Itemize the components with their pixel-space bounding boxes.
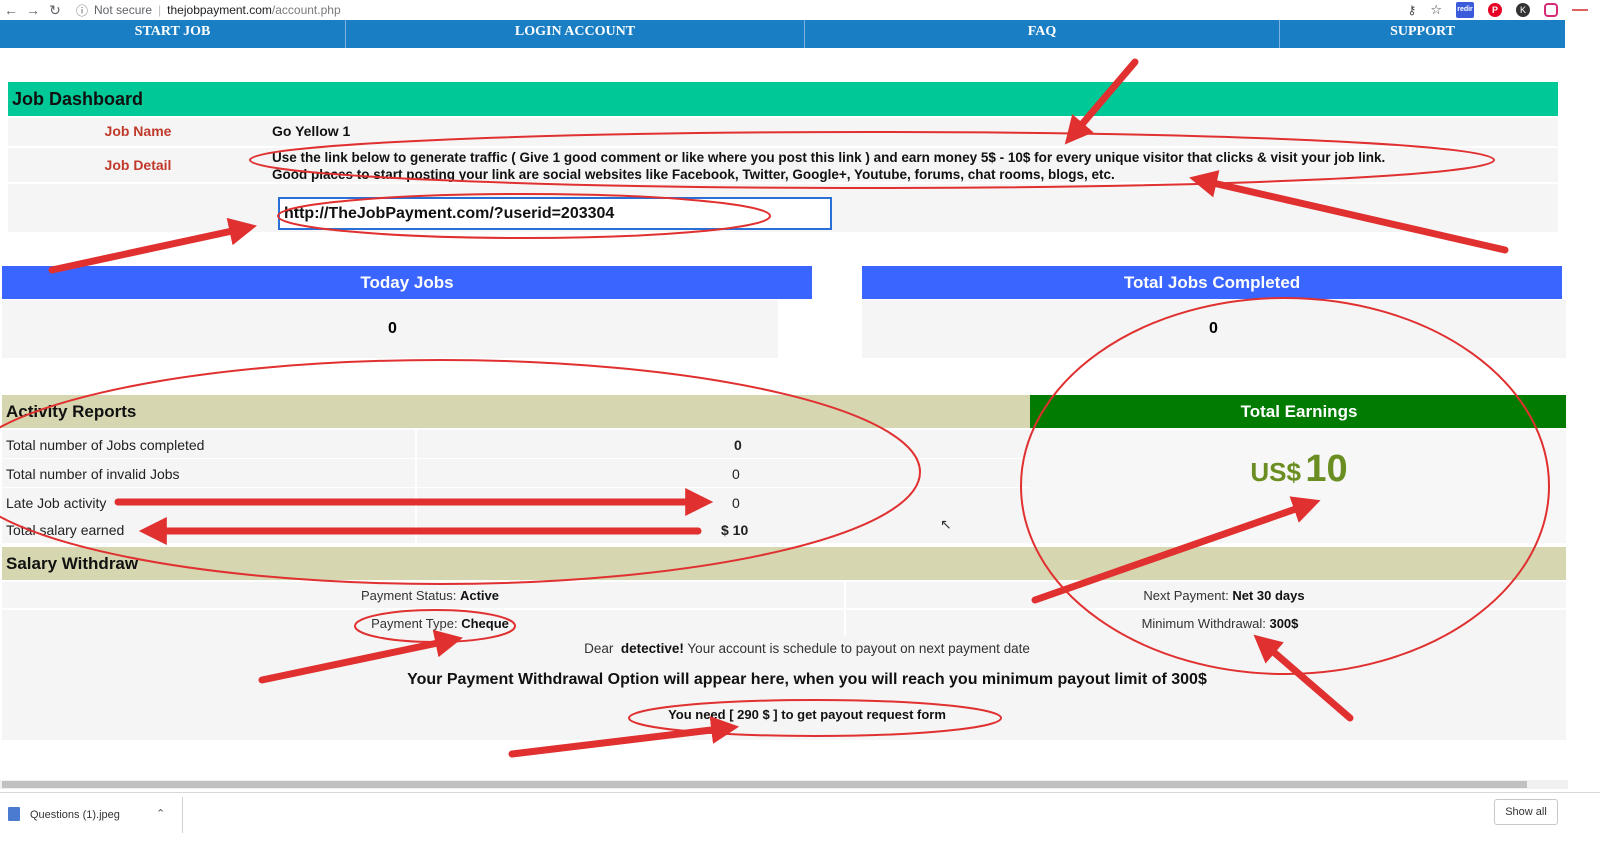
- greeting-prefix: Dear: [584, 641, 614, 656]
- activity-row: Late Job activity 0: [2, 488, 1030, 516]
- annotation-arrow: [48, 217, 257, 274]
- activity-row: Total number of invalid Jobs 0: [2, 459, 1030, 487]
- job-detail-line-1: Use the link below to generate traffic (…: [272, 150, 1386, 165]
- job-detail-label: Job Detail: [104, 157, 172, 173]
- minimum-withdrawal: Minimum Withdrawal: 300$: [860, 616, 1580, 631]
- withdraw-divider: [844, 582, 846, 608]
- payment-status-label: Payment Status:: [360, 588, 457, 603]
- payment-status: Payment Status: Active: [10, 588, 850, 603]
- total-earnings-box: US$ 10: [1030, 430, 1568, 543]
- nav-faq[interactable]: FAQ: [805, 20, 1280, 48]
- activity-value-invalid-jobs: 0: [732, 466, 740, 482]
- activity-reports-header: Activity Reports: [2, 395, 1030, 428]
- forward-icon[interactable]: →: [22, 2, 44, 18]
- next-payment-value: Net 30 days: [1232, 588, 1305, 603]
- activity-label-invalid-jobs: Total number of invalid Jobs: [6, 466, 180, 482]
- payment-type-value: Cheque: [461, 616, 509, 631]
- chevron-up-icon[interactable]: ⌃: [156, 807, 165, 820]
- minimum-withdrawal-value: 300$: [1269, 616, 1299, 631]
- today-jobs-box: 0: [2, 300, 778, 358]
- withdraw-divider: [844, 610, 846, 636]
- activity-divider: [415, 515, 417, 543]
- job-detail-row: Job Detail Use the link below to generat…: [8, 148, 1558, 182]
- activity-label-late-job: Late Job activity: [6, 495, 107, 511]
- today-jobs-header: Today Jobs: [2, 266, 812, 299]
- total-earnings-value: US$ 10: [1030, 448, 1568, 491]
- payment-type-label: Payment Type:: [371, 616, 458, 631]
- reload-icon[interactable]: ↻: [44, 2, 66, 19]
- amount-needed-message: You need [ 290 $ ] to get payout request…: [668, 707, 946, 722]
- address-bar[interactable]: thejobpayment.com/account.php: [167, 3, 340, 17]
- instagram-extension-icon[interactable]: [1544, 3, 1558, 17]
- back-icon[interactable]: ←: [0, 2, 22, 18]
- security-status: Not secure: [94, 3, 153, 17]
- info-icon[interactable]: ⓘ: [76, 2, 88, 19]
- toolbar-icons: ⚷ ☆ redir P K: [1408, 2, 1588, 18]
- activity-value-salary-earned: $ 10: [721, 522, 749, 538]
- url-host: thejobpayment.com: [167, 3, 272, 17]
- minimum-withdrawal-label: Minimum Withdrawal:: [1141, 616, 1266, 631]
- payment-status-value: Active: [459, 588, 500, 603]
- next-payment-label: Next Payment:: [1143, 588, 1229, 603]
- activity-value-late-job: 0: [732, 495, 740, 511]
- job-dashboard-header: Job Dashboard: [8, 82, 1558, 116]
- payout-greeting: Dear detective! Your account is schedule…: [2, 641, 1600, 656]
- menu-extension-icon[interactable]: [1572, 9, 1588, 11]
- download-file-name[interactable]: Questions (1).jpeg: [30, 809, 120, 821]
- activity-divider: [415, 459, 417, 487]
- payment-type: Payment Type: Cheque: [20, 616, 860, 631]
- salary-withdraw-header: Salary Withdraw: [2, 547, 1568, 580]
- total-jobs-completed-header: Total Jobs Completed: [862, 266, 1562, 299]
- download-bar: Questions (1).jpeg ⌃ Show all: [0, 792, 1600, 848]
- withdraw-row: Payment Status: Active Next Payment: Net…: [2, 582, 1568, 608]
- job-name-value: Go Yellow 1: [272, 123, 351, 139]
- earnings-amount: 10: [1305, 448, 1348, 490]
- withdraw-row: Payment Type: Cheque Minimum Withdrawal:…: [2, 610, 1568, 636]
- greeting-username: detective!: [620, 641, 684, 656]
- nav-start-job[interactable]: START JOB: [0, 20, 346, 48]
- next-payment: Next Payment: Net 30 days: [864, 588, 1584, 603]
- download-divider: [182, 797, 183, 833]
- horizontal-scrollbar-thumb[interactable]: [2, 781, 1527, 788]
- browser-toolbar: ← → ↻ ⓘ Not secure | thejobpayment.com/a…: [0, 0, 1600, 20]
- activity-divider: [415, 488, 417, 516]
- withdraw-message-area: Dear detective! Your account is schedule…: [2, 636, 1568, 740]
- key-icon[interactable]: ⚷: [1408, 3, 1417, 17]
- activity-label-jobs-completed: Total number of Jobs completed: [6, 437, 205, 453]
- address-divider: |: [158, 3, 162, 17]
- total-earnings-header: Total Earnings: [1030, 395, 1568, 428]
- total-jobs-completed-box: 0: [862, 300, 1568, 358]
- job-name-row: Job Name Go Yellow 1: [8, 118, 1558, 146]
- main-navigation: START JOB LOGIN ACCOUNT FAQ SUPPORT: [0, 20, 1565, 48]
- nav-support[interactable]: SUPPORT: [1280, 20, 1565, 48]
- job-detail-text: Use the link below to generate traffic (…: [272, 149, 1532, 183]
- nav-login-account[interactable]: LOGIN ACCOUNT: [346, 20, 805, 48]
- mouse-cursor-icon: ↖: [940, 516, 952, 532]
- total-jobs-completed-value: 0: [1209, 320, 1218, 337]
- star-icon[interactable]: ☆: [1430, 2, 1442, 18]
- job-detail-line-2: Good places to start posting your link a…: [272, 167, 1115, 182]
- withdrawal-option-message: Your Payment Withdrawal Option will appe…: [407, 671, 1207, 688]
- url-path: /account.php: [271, 3, 341, 17]
- activity-value-jobs-completed: 0: [734, 437, 742, 453]
- job-name-label: Job Name: [104, 123, 172, 139]
- activity-row: Total salary earned $ 10: [2, 515, 1030, 543]
- greeting-suffix: Your account is schedule to payout on ne…: [687, 641, 1030, 656]
- activity-label-salary-earned: Total salary earned: [6, 522, 125, 538]
- pinterest-extension-icon[interactable]: P: [1488, 3, 1502, 17]
- job-link-field[interactable]: http://TheJobPayment.com/?userid=203304: [278, 197, 832, 230]
- today-jobs-value: 0: [388, 320, 397, 337]
- image-file-icon: [8, 807, 20, 821]
- show-all-button[interactable]: Show all: [1494, 799, 1558, 825]
- activity-row: Total number of Jobs completed 0: [2, 430, 1030, 458]
- redir-extension-icon[interactable]: redir: [1456, 2, 1474, 18]
- dark-extension-icon[interactable]: K: [1516, 3, 1530, 17]
- earnings-currency: US$: [1250, 457, 1301, 487]
- activity-divider: [415, 430, 417, 458]
- horizontal-scrollbar[interactable]: [0, 780, 1568, 789]
- vertical-scrollbar-gutter: [1566, 20, 1600, 792]
